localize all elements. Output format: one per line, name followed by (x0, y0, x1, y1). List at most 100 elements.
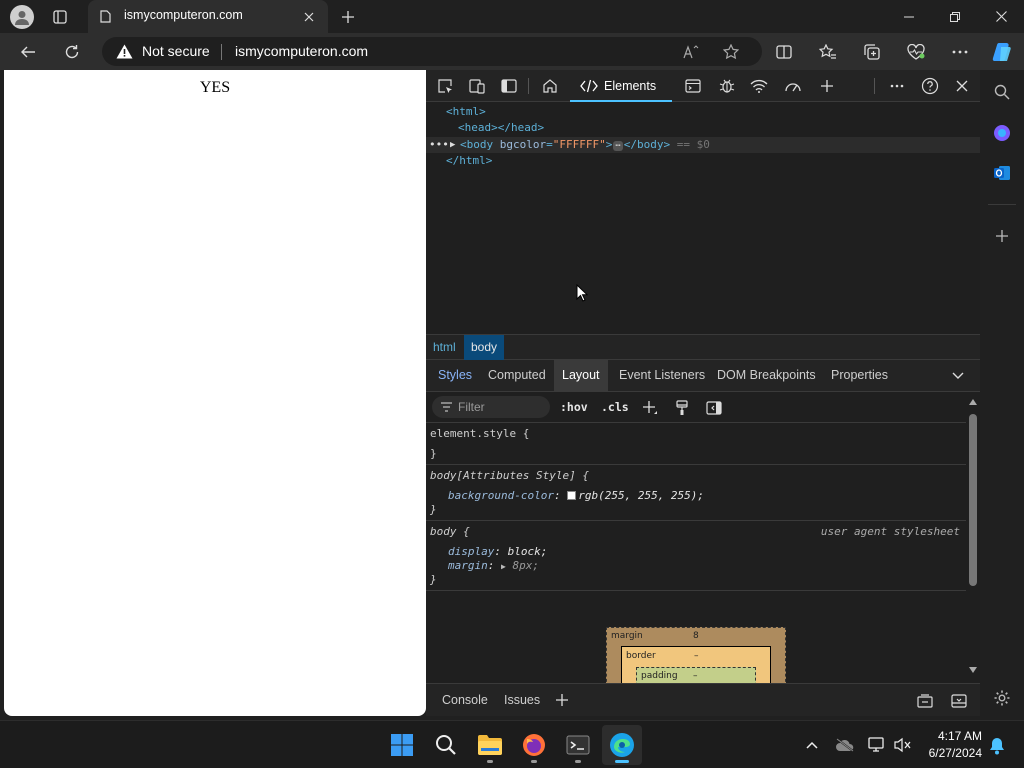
copilot-button[interactable] (988, 38, 1016, 66)
prop-name[interactable]: background-color (448, 489, 554, 502)
dock-side-button[interactable] (498, 75, 520, 97)
box-model-margin[interactable]: margin 8 border – padding – (606, 627, 786, 707)
dom-node-html-close[interactable]: </html> (446, 153, 492, 169)
color-swatch[interactable] (567, 491, 577, 500)
drawer-tab-issues[interactable]: Issues (504, 693, 540, 707)
dom-node-body[interactable]: ••• ▶ <body bgcolor="FFFFFF"> ⋯ </body> ==… (426, 137, 980, 153)
scroll-down-icon[interactable] (968, 666, 978, 674)
drawer-dock-button[interactable] (914, 690, 936, 712)
box-model-border-value[interactable]: – (694, 651, 699, 661)
tab-network-icon[interactable] (748, 75, 770, 97)
tab-dom-breakpoints[interactable]: DOM Breakpoints (709, 360, 824, 391)
close-tab-button[interactable] (300, 8, 318, 26)
filter-input[interactable]: Filter (432, 396, 550, 418)
more-tools-button[interactable] (816, 75, 838, 97)
browser-essentials-button[interactable] (902, 38, 930, 66)
rule-attributes-style[interactable]: body[Attributes Style] { background-colo… (426, 465, 966, 521)
minimize-button[interactable] (886, 0, 932, 33)
warning-icon[interactable] (116, 44, 133, 59)
rule-element-style[interactable]: element.style { } (426, 423, 966, 465)
styles-scrollbar[interactable] (966, 396, 980, 680)
inspect-element-button[interactable] (434, 75, 456, 97)
tab-performance-icon[interactable] (782, 75, 804, 97)
settings-more-button[interactable] (946, 38, 974, 66)
tab-layout[interactable]: Layout (554, 360, 608, 391)
close-devtools-button[interactable] (951, 75, 973, 97)
prop-value[interactable]: 8px; (512, 559, 539, 572)
prop-value[interactable]: block; (508, 545, 548, 558)
dom-tree[interactable]: <html> <head></head> ••• ▶ <body bgcolor… (426, 102, 980, 334)
sidebar-search-button[interactable] (990, 80, 1014, 104)
new-tab-button[interactable] (336, 5, 360, 29)
sidebar-add-button[interactable] (990, 224, 1014, 248)
rule-body-user-agent[interactable]: body { user agent stylesheet display: bl… (426, 521, 966, 591)
drawer-add-tab-button[interactable] (552, 690, 572, 710)
prop-value[interactable]: rgb(255, 255, 255); (578, 489, 704, 502)
sidebar-settings-button[interactable] (990, 686, 1014, 710)
tab-sources-icon[interactable] (716, 75, 738, 97)
expand-triangle-icon[interactable]: ▶ (450, 137, 455, 153)
profile-avatar[interactable] (10, 5, 34, 29)
dom-row-more-dots[interactable]: ••• (429, 137, 449, 153)
customize-devtools-button[interactable] (886, 75, 908, 97)
tab-properties[interactable]: Properties (823, 360, 896, 391)
prop-name[interactable]: display (448, 545, 494, 558)
toggle-color-format-button[interactable] (671, 397, 693, 419)
tab-elements[interactable]: Elements (570, 70, 672, 102)
restore-button[interactable] (932, 0, 978, 33)
toggle-sidebar-button[interactable] (703, 397, 725, 419)
subtabs-overflow-button[interactable] (948, 366, 968, 386)
network-tray-icon[interactable] (866, 735, 888, 755)
device-emulation-button[interactable] (466, 75, 488, 97)
rule-selector[interactable]: body[Attributes Style] { (430, 469, 589, 482)
welcome-tab[interactable] (538, 75, 562, 97)
refresh-button[interactable] (58, 38, 86, 66)
back-button[interactable] (14, 38, 42, 66)
dom-node-html[interactable]: <html> (446, 104, 486, 120)
ellipsis-badge[interactable]: ⋯ (613, 141, 623, 151)
tab-actions-button[interactable] (48, 5, 72, 29)
web-page-viewport[interactable]: YES (4, 70, 426, 716)
breadcrumb-body[interactable]: body (464, 335, 505, 360)
tab-console-icon[interactable] (682, 75, 704, 97)
breadcrumb-html[interactable]: html (426, 335, 463, 360)
scroll-up-icon[interactable] (968, 398, 978, 406)
taskbar-terminal[interactable] (558, 725, 598, 765)
collections-button[interactable] (858, 38, 886, 66)
url-text[interactable]: ismycomputeron.com (235, 43, 368, 59)
show-hidden-icons-button[interactable] (802, 735, 822, 755)
taskbar-clock-date[interactable]: 6/27/2024 (916, 746, 982, 760)
security-status-label[interactable]: Not secure (142, 43, 210, 59)
rule-selector[interactable]: element.style { (430, 427, 529, 440)
favorites-button[interactable] (814, 38, 842, 66)
prop-name[interactable]: margin (448, 559, 488, 572)
rule-selector[interactable]: body { (430, 525, 470, 538)
dom-node-head[interactable]: <head></head> (458, 120, 544, 136)
favorite-star-button[interactable] (720, 41, 742, 63)
split-screen-button[interactable] (770, 38, 798, 66)
tab-styles[interactable]: Styles (430, 360, 480, 391)
scroll-thumb[interactable] (969, 414, 977, 586)
taskbar-firefox[interactable] (514, 725, 554, 765)
close-window-button[interactable] (978, 0, 1024, 33)
box-model-margin-value[interactable]: 8 (693, 631, 699, 641)
sidebar-copilot-button[interactable] (990, 121, 1014, 145)
help-button[interactable] (919, 75, 941, 97)
start-button[interactable] (382, 725, 422, 765)
sidebar-outlook-button[interactable] (990, 161, 1014, 185)
taskbar-clock-time[interactable]: 4:17 AM (928, 729, 982, 743)
read-aloud-button[interactable] (680, 41, 702, 63)
address-bar[interactable]: Not secure ismycomputeron.com (102, 37, 762, 66)
cls-toggle[interactable]: .cls (601, 400, 629, 414)
taskbar-search-button[interactable] (426, 725, 466, 765)
taskbar-edge[interactable] (602, 725, 642, 765)
taskbar-file-explorer[interactable] (470, 725, 510, 765)
notifications-button[interactable] (986, 735, 1008, 757)
hov-toggle[interactable]: :hov (560, 400, 588, 414)
box-model-padding-value[interactable]: – (693, 671, 698, 681)
tab-computed[interactable]: Computed (480, 360, 554, 391)
browser-tab-active[interactable]: ismycomputeron.com (88, 0, 328, 33)
new-style-rule-button[interactable] (639, 397, 661, 419)
onedrive-tray-icon[interactable] (834, 735, 856, 755)
drawer-tab-console[interactable]: Console (442, 693, 488, 707)
